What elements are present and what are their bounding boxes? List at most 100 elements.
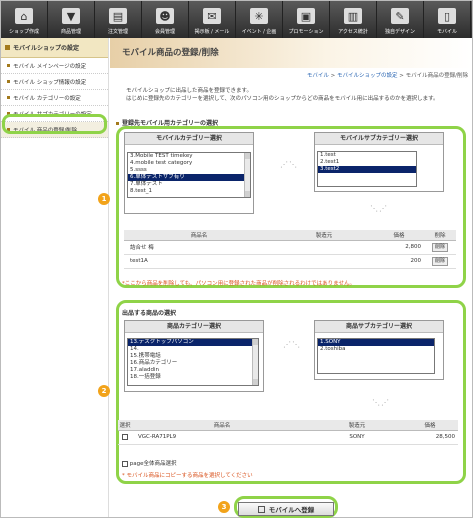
bullet-icon [5,45,10,50]
product-price: 28,500 [402,430,458,445]
mobile-icon: ▯ [438,8,456,24]
sidebar-item-shop-info[interactable]: モバイル ショップ情報の設定 [1,74,108,90]
arrow-dots-icon: ⋰⋱ [283,340,301,349]
list-item[interactable]: 14. [128,346,258,353]
list-item-selected[interactable]: 13.デスクトップパソコン [128,339,258,346]
intro-line: モバイルショップに出品した商品を登録できます。 [126,88,252,94]
toolbar-item-2[interactable]: ▤ 注文管理 [95,1,142,38]
product-maker: SONY [312,430,402,445]
product-name: VGC-RA71PL9 [132,430,312,445]
table-header-row: 選択 商品名 製造元 価格 [118,420,458,431]
toolbar-item-3[interactable]: ☻ 会員管理 [142,1,189,38]
delete-button[interactable]: 削除 [431,256,448,266]
toolbar-item-6[interactable]: ▣ プロモーション [283,1,330,38]
list-item[interactable]: 16.商品カテゴリー [128,360,258,367]
product-price: 2,800 [374,240,424,255]
toolbar-label: 掲示板 / メール [194,29,230,35]
column-header: 価格 [402,420,458,431]
step-badge-1: 1 [98,193,110,205]
column-header: 商品名 [132,420,312,431]
register-to-mobile-button[interactable]: モバイルへ登録 [238,502,334,516]
sidebar-item-category[interactable]: モバイル カテゴリーの設定 [1,90,108,106]
arrow-dots-icon: ⋱⋰ [372,398,390,407]
select-all-checkbox[interactable] [122,460,128,467]
list-item[interactable]: 3.Mobile TEST timekey [128,153,250,160]
arrow-dots-icon: ⋱⋰ [370,204,388,213]
product-subcategory-list[interactable]: 1.SONY 2.toshiba [317,338,435,374]
list-item[interactable]: 2.toshiba [318,346,434,353]
sidebar-item-main-page[interactable]: モバイル メインページの設定 [1,58,108,74]
select-all-row[interactable]: page全体商品選択 [122,459,177,467]
toolbar-label: モバイル [436,29,457,35]
sidebar-item-label: モバイル カテゴリーの設定 [13,95,81,102]
product-category-list[interactable]: 13.デスクトップパソコン 14. 15.携帯電話 16.商品カテゴリー 17.… [127,338,259,386]
document-icon: ▤ [109,8,127,24]
list-item[interactable]: 18.一括登録 [128,374,258,381]
toolbar-item-4[interactable]: ✉ 掲示板 / メール [189,1,236,38]
list-item[interactable]: 8.test_1 [128,188,250,195]
house-icon: ⌂ [15,8,33,24]
fireworks-icon: ✳ [250,8,268,24]
scrollbar[interactable] [252,339,258,385]
column-header: 製造元 [312,420,402,431]
toolbar-item-5[interactable]: ✳ イベント / 企画 [236,1,283,38]
mobile-category-list[interactable]: 3.Mobile TEST timekey 4.mobile test cate… [127,152,251,198]
product-name: 詰合せ 梅 [124,240,274,255]
sidebar-header: モバイルショップの設定 [1,38,108,58]
toolbar-item-9[interactable]: ▯ モバイル [424,1,471,38]
section2-title: 出品する商品の選択 [122,308,176,317]
breadcrumb-shop-settings-link[interactable]: モバイルショップの設定 [337,73,398,79]
list-item-selected[interactable]: 1.SONY [318,339,434,346]
step-badge-3: 3 [218,501,230,513]
mobile-subcategory-list[interactable]: 1.test 2.test1 3.test2 [317,151,417,187]
toolbar-item-7[interactable]: ▥ アクセス統計 [330,1,377,38]
sidebar-highlight [2,114,107,134]
shirt-icon: ▼ [62,8,80,24]
section2-note: * モバイル商品にコピーする商品を選択してください [122,473,253,479]
product-select-table: 選択 商品名 製造元 価格 VGC-RA71PL9 SONY 28,500 [118,420,458,445]
row-checkbox[interactable] [122,433,128,440]
bullet-icon [7,64,10,67]
sidebar-item-label: モバイル ショップ情報の設定 [13,79,87,86]
top-toolbar: ⌂ ショップ作成 ▼ 商品管理 ▤ 注文管理 ☻ 会員管理 ✉ 掲示板 / メール ✳ イベント / … [1,1,472,38]
list-item[interactable]: 4.mobile test category [128,160,250,167]
breadcrumb: モバイル > モバイルショップの設定 > モバイル商品の登録/削除 [307,71,468,79]
column-header: 選択 [118,420,132,431]
column-header: 製造元 [274,230,374,241]
sidebar-item-label: モバイル メインページの設定 [13,63,87,70]
register-icon [257,505,265,513]
product-subcategory-header: 商品サブカテゴリー選択 [315,321,443,333]
list-item-selected[interactable]: 3.test2 [318,166,416,173]
list-item-selected[interactable]: 6.単体テストサブ有り [128,174,250,181]
bullet-icon [7,80,10,83]
mail-icon: ✉ [203,8,221,24]
list-item[interactable]: 5.ssss [128,167,250,174]
delete-button[interactable]: 削除 [431,242,448,252]
scrollbar[interactable] [244,153,250,197]
sidebar: モバイルショップの設定 モバイル メインページの設定 モバイル ショップ情報の設… [1,38,109,517]
mobile-category-header: モバイルカテゴリー選択 [125,133,253,145]
toolbar-label: イベント / 企画 [241,29,277,35]
mobile-subcategory-header: モバイルサブカテゴリー選択 [315,133,443,145]
product-name: test1A [124,254,274,269]
list-item[interactable]: 2.test1 [318,159,416,166]
toolbar-label: 商品管理 [60,29,81,35]
design-icon: ✎ [391,8,409,24]
breadcrumb-separator: > [328,73,338,79]
sidebar-title: モバイルショップの設定 [13,45,80,52]
section1-note: *ここから商品を削除しても、パソコン用に登録された商品が削除されるわけではありま… [122,281,355,287]
list-item[interactable]: 1.test [318,152,416,159]
list-item[interactable]: 17.aladdin [128,367,258,374]
bullet-icon [7,96,10,99]
list-item[interactable]: 15.携帯電話 [128,353,258,360]
breadcrumb-mobile-link[interactable]: モバイル [307,73,329,79]
breadcrumb-separator: > [397,73,406,79]
toolbar-item-8[interactable]: ✎ 独自デザイン [377,1,424,38]
column-header: 商品名 [124,230,274,241]
select-all-label: page全体商品選択 [129,461,177,467]
toolbar-item-0[interactable]: ⌂ ショップ作成 [1,1,48,38]
table-row: VGC-RA71PL9 SONY 28,500 [118,430,458,445]
toolbar-item-1[interactable]: ▼ 商品管理 [48,1,95,38]
list-item[interactable]: 7.単体テスト [128,181,250,188]
intro-text: モバイルショップに出品した商品を登録できます。 はじめに登録先のカテゴリーを選択… [126,88,466,103]
